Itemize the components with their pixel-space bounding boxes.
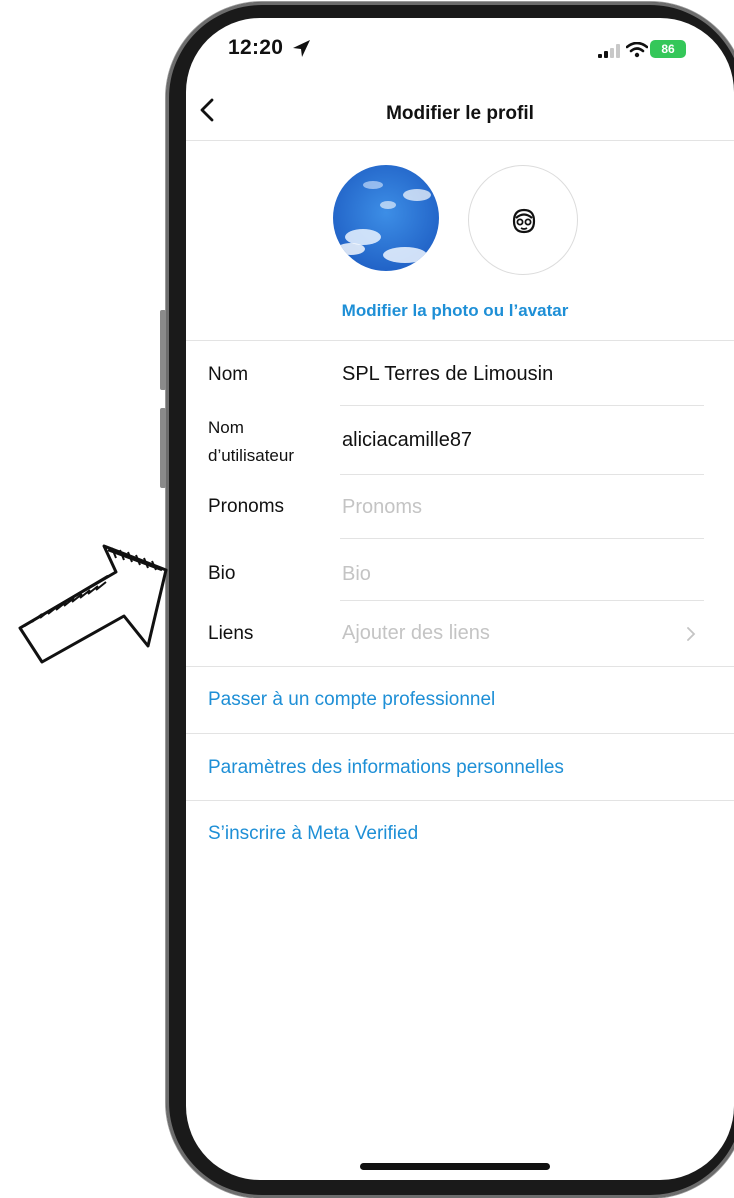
bio-field[interactable]: Bio (342, 563, 371, 586)
location-arrow-icon (293, 40, 310, 57)
edit-photo-link[interactable]: Modifier la photo ou l’avatar (300, 301, 610, 321)
battery-level: 86 (661, 42, 675, 56)
field-divider (340, 600, 704, 601)
volume-down-button (160, 408, 166, 488)
personal-info-settings-link[interactable]: Paramètres des informations personnelles (208, 757, 564, 779)
signal-icon (598, 44, 620, 58)
liens-field[interactable]: Ajouter des liens (342, 622, 490, 645)
page-title: Modifier le profil (386, 103, 534, 124)
battery-icon: 86 (650, 40, 686, 58)
home-indicator (360, 1163, 550, 1170)
switch-professional-link[interactable]: Passer à un compte professionnel (208, 689, 495, 711)
section-divider (186, 666, 734, 667)
pronoms-label: Pronoms (208, 496, 285, 517)
status-time: 12:20 (228, 36, 284, 59)
back-chevron-icon[interactable] (196, 96, 220, 124)
section-divider (186, 340, 734, 341)
field-divider (340, 405, 704, 406)
avatar-face-icon (512, 208, 536, 234)
section-divider (186, 733, 734, 734)
section-divider (186, 800, 734, 801)
username-field[interactable]: aliciacamille87 (342, 429, 472, 452)
field-divider (340, 474, 704, 475)
meta-verified-link[interactable]: S’inscrire à Meta Verified (208, 823, 418, 845)
nom-label: Nom (208, 364, 249, 385)
profile-photo[interactable] (333, 165, 439, 271)
field-divider (340, 538, 704, 539)
screen (186, 18, 734, 1180)
hand-drawn-arrow (18, 544, 168, 664)
pronoms-field[interactable]: Pronoms (342, 496, 422, 519)
username-label-line1: Nom (208, 418, 244, 437)
wifi-icon (626, 42, 648, 58)
header-divider (186, 140, 734, 141)
chevron-right-icon[interactable] (684, 624, 698, 644)
bio-label: Bio (208, 563, 236, 584)
nom-field[interactable]: SPL Terres de Limousin (342, 363, 553, 386)
liens-label: Liens (208, 623, 254, 644)
volume-up-button (160, 310, 166, 390)
username-label-line2: d’utilisateur (208, 446, 294, 465)
